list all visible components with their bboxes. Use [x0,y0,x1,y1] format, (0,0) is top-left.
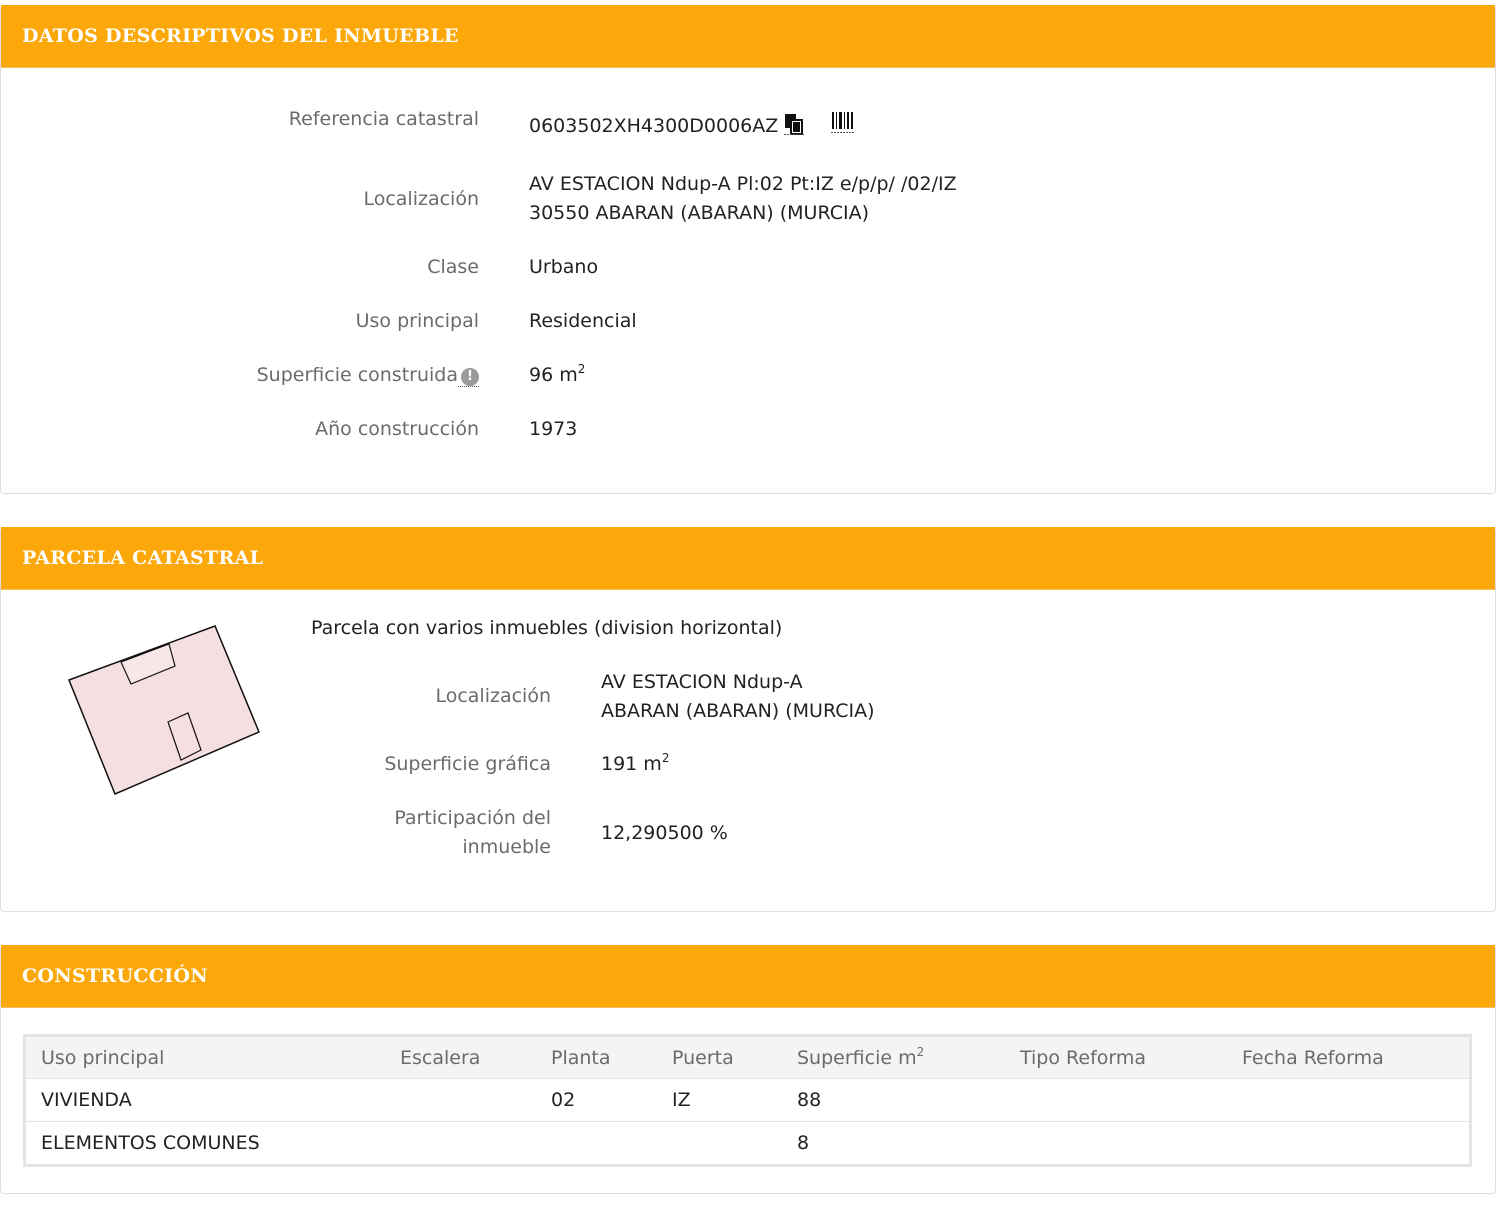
parcel-loc-line1: AV ESTACION Ndup-A [601,671,803,693]
construction-panel: CONSTRUCCIÓN Uso principal Escalera Plan… [0,945,1496,1194]
col-uso: Uso principal [24,1035,385,1079]
panel-header: PARCELA CATASTRAL [1,527,1495,590]
anio-value: 1973 [529,418,578,440]
sup-value: 96 m [529,364,578,386]
loc-line2: 30550 ABARAN (ABARAN) (MURCIA) [529,202,869,224]
anio-label: Año construcción [315,418,479,440]
parcel-sup-value: 191 m [601,753,662,775]
loc-line1: AV ESTACION Ndup-A Pl:02 Pt:IZ e/p/p/ /0… [529,173,957,195]
clase-label: Clase [427,256,479,278]
parcel-sup-label: Superficie gráfica [384,753,551,775]
participation-value: 12,290500 % [601,822,728,844]
parcel-map-thumbnail[interactable] [61,622,271,806]
col-puerta: Puerta [657,1035,782,1079]
table-row: ELEMENTOS COMUNES 8 [25,1122,1471,1166]
panel-header: CONSTRUCCIÓN [1,945,1495,1008]
ref-value-wrap: 0603502XH4300D0006AZ [529,110,856,144]
cell-superficie: 88 [782,1078,1005,1122]
table-header-row: Uso principal Escalera Planta Puerta Sup… [24,1035,1471,1079]
uso-label: Uso principal [355,310,479,332]
participation-label-line2: inmueble [462,836,551,858]
ref-value[interactable]: 0603502XH4300D0006AZ [529,115,778,137]
panel-title: PARCELA CATASTRAL [22,547,264,569]
panel-title: DATOS DESCRIPTIVOS DEL INMUEBLE [22,25,459,47]
cell-escalera [385,1078,536,1122]
col-superficie: Superficie m2 [782,1035,1005,1079]
ref-label: Referencia catastral [288,108,479,130]
cell-puerta: IZ [657,1078,782,1122]
construction-table: Uso principal Escalera Planta Puerta Sup… [23,1034,1472,1167]
cell-tipo-reforma [1005,1078,1227,1122]
cell-planta: 02 [536,1078,657,1122]
clase-value: Urbano [529,256,599,278]
cell-uso: VIVIENDA [24,1078,385,1122]
property-data-panel: DATOS DESCRIPTIVOS DEL INMUEBLE Referenc… [0,5,1496,494]
barcode-icon[interactable] [830,110,856,143]
col-superficie-exponent: 2 [916,1044,925,1059]
panel-title: CONSTRUCCIÓN [22,965,208,987]
col-fecha-reforma: Fecha Reforma [1227,1035,1471,1079]
sup-value-wrap: 96 m2 [529,361,585,390]
participation-label-line1: Participación del [394,807,551,829]
cell-tipo-reforma [1005,1122,1227,1166]
cell-puerta [657,1122,782,1166]
parcel-sup-exponent: 2 [661,751,670,765]
col-planta: Planta [536,1035,657,1079]
cell-fecha-reforma [1227,1122,1471,1166]
loc-label: Localización [363,188,479,210]
parcel-sup-wrap: 191 m2 [601,750,669,779]
parcel-description: Parcela con varios inmuebles (division h… [311,617,783,639]
col-superficie-label: Superficie m [797,1046,917,1069]
cell-fecha-reforma [1227,1078,1471,1122]
col-tipo-reforma: Tipo Reforma [1005,1035,1227,1079]
sup-exponent: 2 [577,362,586,376]
cell-escalera [385,1122,536,1166]
copy-icon[interactable] [784,113,805,144]
parcel-panel: PARCELA CATASTRAL Parcela con varios inm… [0,527,1496,912]
cell-superficie: 8 [797,1132,810,1154]
sup-label: Superficie construida [256,364,458,386]
sup-label-wrap: Superficie construida! [257,361,479,390]
info-icon[interactable]: ! [461,368,479,386]
table-row: VIVIENDA 02 IZ 88 [24,1078,1471,1122]
col-escalera: Escalera [385,1035,536,1079]
cell-uso: ELEMENTOS COMUNES [41,1132,260,1154]
parcel-loc-label: Localización [435,685,551,707]
info-tooltip[interactable]: ! [458,364,479,387]
parcel-loc-line2: ABARAN (ABARAN) (MURCIA) [601,700,875,722]
uso-value: Residencial [529,310,637,332]
cell-planta [536,1122,657,1166]
panel-header: DATOS DESCRIPTIVOS DEL INMUEBLE [1,5,1495,68]
